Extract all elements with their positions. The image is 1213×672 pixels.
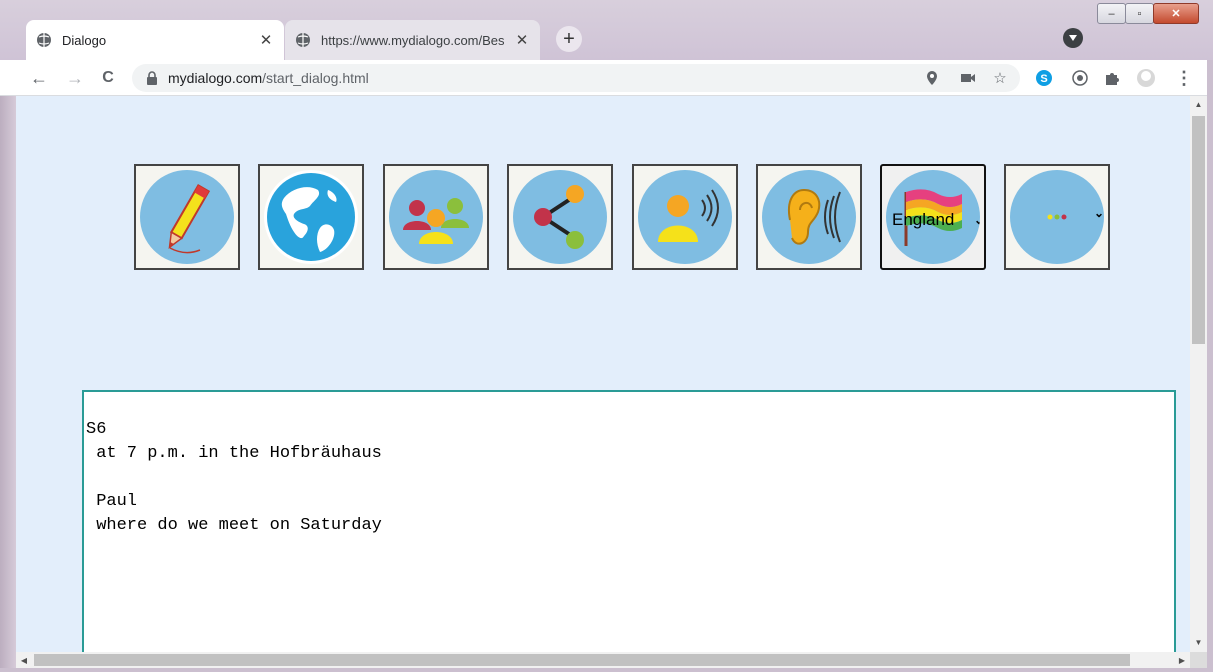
chevron-down-icon: ⌄ [973, 213, 980, 227]
chevron-down-icon: ⌄ [1093, 206, 1104, 220]
tab-title: https://www.mydialogo.com/Bes [321, 32, 505, 48]
location-icon[interactable] [922, 68, 942, 88]
close-window-button[interactable]: ✕ [1153, 3, 1199, 24]
globe-favicon-icon [37, 33, 51, 47]
dots-icon [1047, 214, 1067, 220]
group-button[interactable] [383, 164, 489, 270]
speaker-icon [638, 170, 732, 264]
share-icon [513, 170, 607, 264]
more-select[interactable]: ⌄ [1004, 164, 1110, 270]
back-button[interactable]: ← [28, 67, 50, 89]
globe-icon [264, 170, 358, 264]
language-select[interactable]: England ⌄ [880, 164, 986, 270]
skype-icon[interactable]: S [1034, 68, 1054, 88]
address-path: /start_dialog.html [262, 70, 369, 86]
page-viewport: England ⌄ ⌄ S6 at 7 p.m. in the Hofbräuh… [16, 96, 1190, 652]
scroll-up-arrow-icon[interactable]: ▲ [1190, 96, 1207, 112]
browser-toolbar: ← → C mydialogo.com/start_dialog.html ☆ … [0, 60, 1213, 96]
dialog-line [84, 466, 1174, 490]
new-tab-button[interactable]: + [556, 26, 582, 52]
extension-o-icon[interactable] [1070, 68, 1090, 88]
scroll-left-arrow-icon[interactable]: ◀ [16, 652, 32, 668]
globe-favicon-icon [296, 33, 310, 47]
menu-icon[interactable]: ⋮ [1174, 68, 1194, 88]
pencil-button[interactable] [134, 164, 240, 270]
minimize-button[interactable]: – [1097, 3, 1126, 24]
dialog-line: where do we meet on Saturday [86, 516, 382, 535]
window-controls: – ▫ ✕ [1097, 3, 1199, 24]
ear-button[interactable] [756, 164, 862, 270]
tab-close-icon[interactable]: ✕ [514, 31, 530, 49]
tab-close-icon[interactable]: ✕ [258, 31, 274, 49]
speaker-button[interactable] [632, 164, 738, 270]
more-circle [1010, 170, 1104, 264]
svg-text:S: S [1040, 73, 1047, 85]
language-globe: England ⌄ [886, 170, 980, 264]
star-icon[interactable]: ☆ [990, 68, 1010, 88]
lock-icon [147, 71, 157, 85]
reload-button[interactable]: C [97, 67, 119, 89]
horizontal-scrollbar[interactable]: ◀ ▶ [16, 652, 1190, 668]
window-frame-right [1207, 60, 1213, 672]
address-host: mydialogo.com [168, 70, 263, 86]
tab-search-icon[interactable] [1063, 28, 1083, 48]
group-icon [389, 170, 483, 264]
forward-button[interactable]: → [64, 67, 86, 89]
dialog-textarea[interactable]: S6 at 7 p.m. in the Hofbräuhaus Paul whe… [82, 390, 1176, 652]
window-frame-left [0, 96, 16, 672]
scrollbar-corner [1190, 652, 1207, 668]
maximize-button[interactable]: ▫ [1125, 3, 1154, 24]
dialog-line: Paul [86, 492, 138, 511]
window-frame-bottom [0, 668, 1213, 672]
tab-title: Dialogo [62, 32, 107, 48]
dialog-line: S6 [86, 420, 107, 439]
scroll-right-arrow-icon[interactable]: ▶ [1174, 652, 1190, 668]
scroll-down-arrow-icon[interactable]: ▼ [1190, 634, 1207, 650]
dialog-line: at 7 p.m. in the Hofbräuhaus [86, 444, 382, 463]
language-selected: England [892, 210, 955, 229]
share-button[interactable] [507, 164, 613, 270]
pencil-icon [140, 170, 234, 264]
tab-mydialogo[interactable]: https://www.mydialogo.com/Bes ✕ [285, 20, 540, 60]
globe-button[interactable] [258, 164, 364, 270]
tab-dialogo[interactable]: Dialogo ✕ [26, 20, 284, 60]
camera-icon[interactable] [958, 68, 978, 88]
language-select-control[interactable]: England ⌄ [892, 210, 980, 230]
address-bar[interactable]: mydialogo.com/start_dialog.html [132, 64, 1020, 92]
puzzle-icon[interactable] [1102, 68, 1122, 88]
vertical-scroll-thumb[interactable] [1192, 116, 1205, 344]
horizontal-scroll-thumb[interactable] [34, 654, 1130, 666]
vertical-scrollbar[interactable]: ▲ ▼ [1190, 96, 1207, 652]
ear-icon [762, 170, 856, 264]
profile-icon[interactable] [1136, 68, 1156, 88]
